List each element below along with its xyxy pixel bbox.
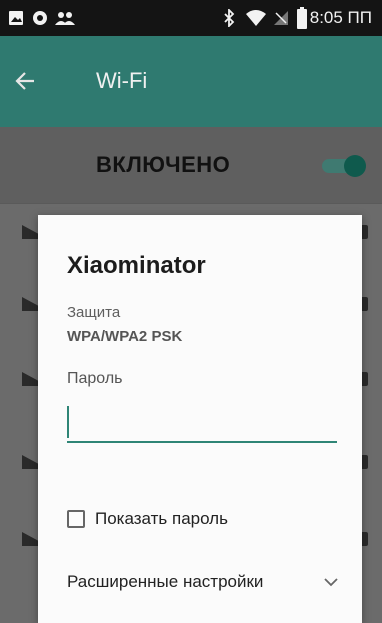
no-signal-icon <box>272 0 290 36</box>
security-label: Защита <box>67 304 121 321</box>
circle-icon <box>32 0 48 36</box>
page-title: Wi-Fi <box>96 68 148 93</box>
arrow-left-icon <box>14 70 36 92</box>
back-button[interactable] <box>8 64 42 98</box>
wifi-icon <box>245 0 267 36</box>
battery-icon <box>296 0 308 36</box>
image-icon <box>8 0 24 36</box>
status-bar: 8:05 ПП <box>0 0 382 36</box>
advanced-settings-row[interactable]: Расширенные настройки <box>67 567 339 597</box>
show-password-label: Показать пароль <box>95 509 228 528</box>
password-label: Пароль <box>67 370 123 387</box>
wifi-connect-dialog: Xiaominator Защита WPA/WPA2 PSK Пароль П… <box>38 215 362 623</box>
advanced-settings-label: Расширенные настройки <box>67 572 264 591</box>
bluetooth-icon <box>222 0 236 36</box>
security-value: WPA/WPA2 PSK <box>67 328 183 345</box>
master-switch-label: ВКЛЮЧЕНО <box>96 152 231 177</box>
app-bar: Wi-Fi <box>0 36 382 127</box>
dialog-title: Xiaominator <box>67 252 206 279</box>
divider <box>0 203 382 204</box>
show-password-row[interactable]: Показать пароль <box>67 507 228 531</box>
toggle-thumb <box>344 155 366 177</box>
text-cursor <box>67 406 69 438</box>
show-password-checkbox[interactable] <box>67 510 85 528</box>
password-input[interactable] <box>67 403 337 443</box>
wifi-toggle[interactable] <box>322 155 366 177</box>
chevron-down-icon[interactable] <box>323 577 339 587</box>
group-icon <box>54 0 76 36</box>
wifi-master-switch-row[interactable]: ВКЛЮЧЕНО <box>0 127 382 203</box>
status-time: 8:05 ПП <box>309 8 372 27</box>
